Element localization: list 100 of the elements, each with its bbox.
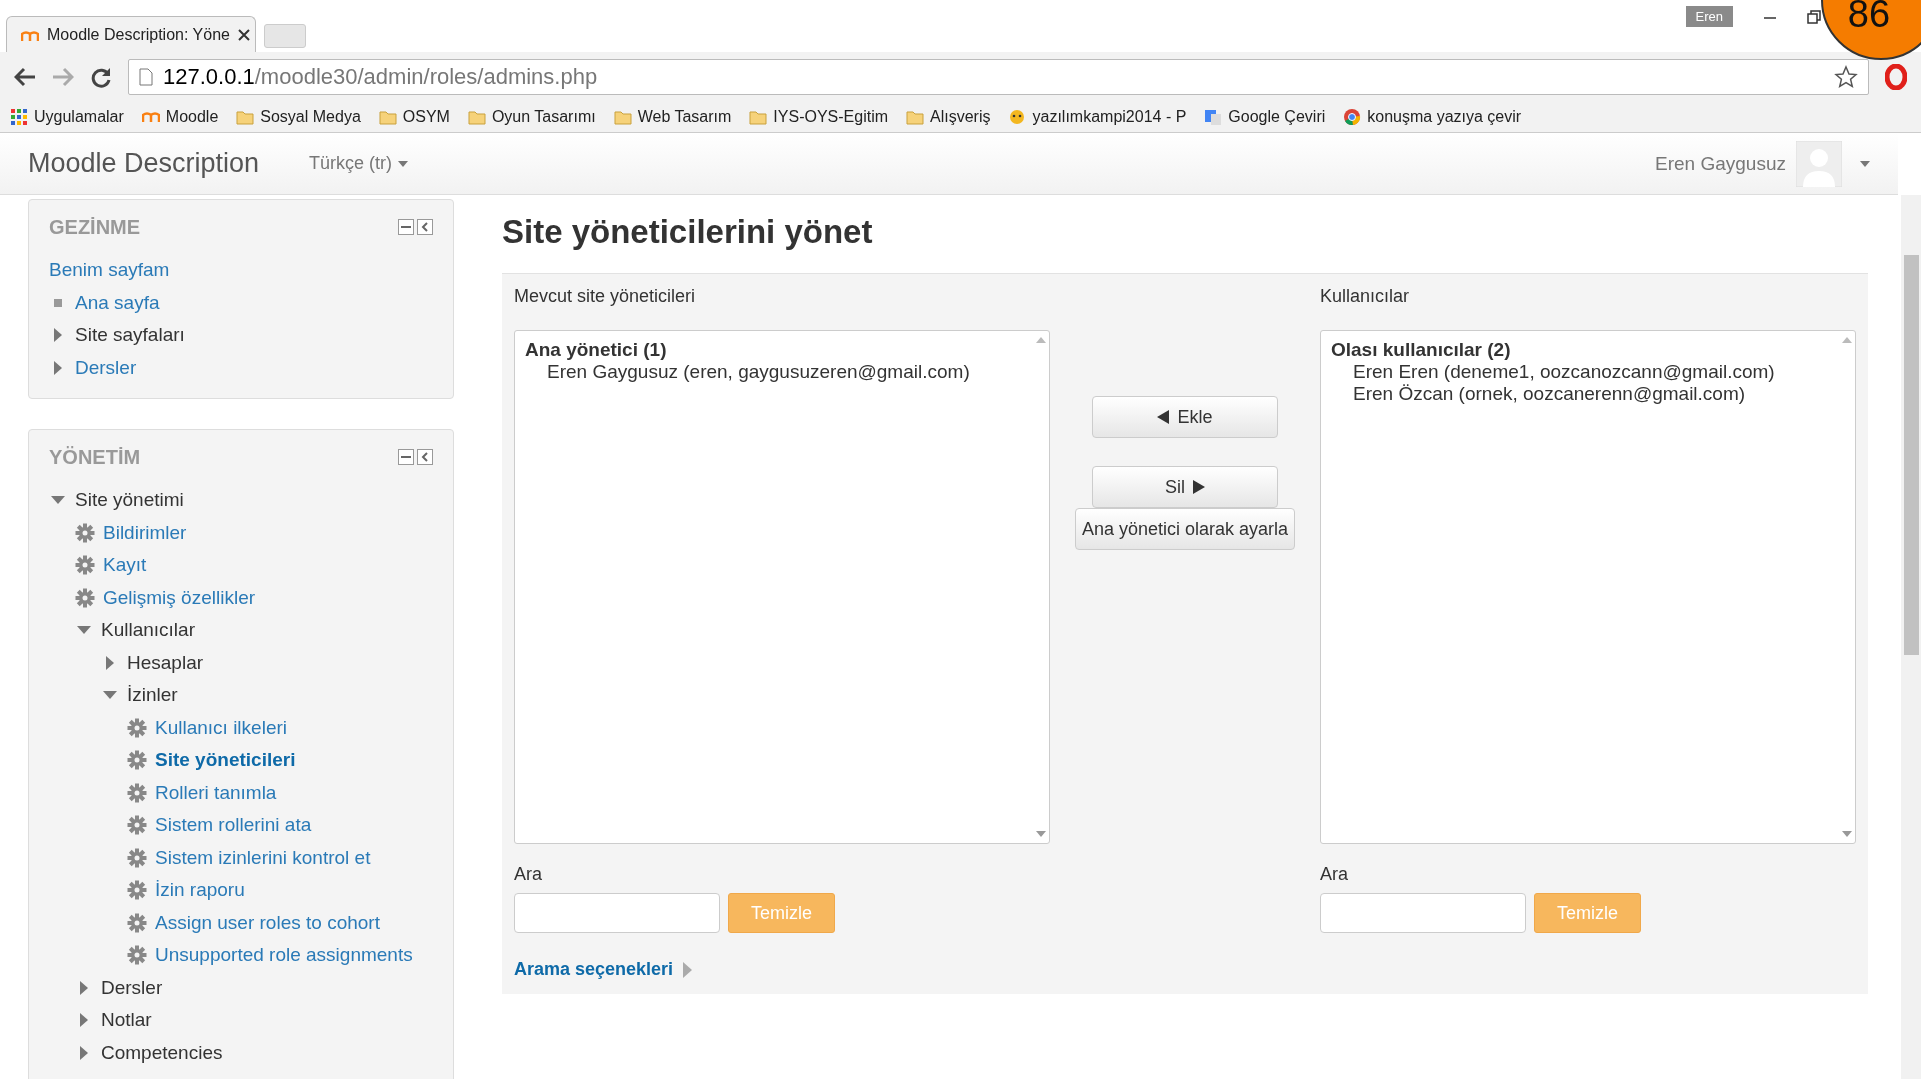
tab-title: Moodle Description: Yöne <box>47 25 230 44</box>
expand-triangle-icon[interactable] <box>683 961 694 978</box>
nav-link[interactable]: Hesaplar <box>127 651 204 674</box>
collapse-block-icon[interactable] <box>398 219 414 235</box>
gear-icon <box>127 880 147 901</box>
folder-icon <box>236 108 255 126</box>
scroll-down-icon[interactable] <box>1842 831 1852 837</box>
nav-link[interactable]: Kullanıcılar <box>101 619 195 642</box>
page-number: 86 <box>1847 0 1891 36</box>
gear-icon <box>75 587 95 608</box>
reload-icon[interactable] <box>90 66 112 88</box>
browser-tab[interactable]: Moodle Description: Yöne <box>6 16 256 52</box>
nav-link[interactable]: Site yönetimi <box>75 489 184 512</box>
caret-icon[interactable] <box>1860 160 1870 167</box>
cat-face-icon <box>1008 108 1027 126</box>
folder-icon <box>467 108 486 126</box>
gear-icon <box>127 912 147 933</box>
nav-link[interactable]: Sistem rollerini ata <box>155 814 312 837</box>
search-label: Ara <box>514 864 543 885</box>
block-title: GEZİNME <box>49 215 142 239</box>
nav-link[interactable]: Gelişmiş özellikler <box>103 586 256 609</box>
nav-link[interactable]: Rolleri tanımla <box>155 781 277 804</box>
list-option[interactable]: Eren Özcan (ornek, oozcanerenn@gmail.com) <box>1331 383 1829 405</box>
chrome-logo-icon <box>1343 108 1362 126</box>
list-option[interactable]: Eren Eren (deneme1, oozcanozcann@gmail.com) <box>1331 361 1829 383</box>
back-arrow-icon[interactable] <box>14 67 36 87</box>
option-group-label: Ana yönetici (1) <box>525 339 668 361</box>
action-button[interactable]: Sil <box>1092 466 1278 508</box>
translate-icon <box>1204 108 1223 126</box>
url-text: 127.0.0.1/moodle30/admin/roles/admins.php <box>163 64 598 90</box>
nav-link[interactable]: İzinler <box>127 684 178 707</box>
bookmark-item[interactable]: IYS-OYS-Egitim <box>749 108 889 126</box>
nav-link[interactable]: Dersler <box>101 976 163 999</box>
bookmark-item[interactable]: Moodle <box>141 108 219 126</box>
bookmark-item[interactable]: konuşma yazıya çevir <box>1343 108 1522 126</box>
left-triangle-icon <box>1157 410 1170 424</box>
nav-link[interactable]: Kayıt <box>103 554 147 577</box>
nav-link[interactable]: Notlar <box>101 1009 152 1032</box>
user-list[interactable]: Ana yönetici (1) Eren Gaygusuz (eren, gaygusuzeren@gmail.com) <box>514 330 1050 844</box>
collapse-block-icon[interactable] <box>398 449 414 465</box>
scroll-down-icon[interactable] <box>1036 831 1046 837</box>
opera-icon[interactable] <box>1885 64 1907 90</box>
list-label: Kullanıcılar <box>1320 286 1411 308</box>
bookmark-item[interactable]: Web Tasarım <box>613 108 732 126</box>
user-name[interactable]: Eren Gaygusuz <box>1655 152 1786 175</box>
bookmark-item[interactable]: Alışveriş <box>906 108 991 126</box>
nav-link[interactable]: Benim sayfam <box>49 259 170 282</box>
gear-icon <box>127 945 147 966</box>
search-field[interactable] <box>514 893 720 933</box>
gear-icon <box>127 717 147 738</box>
nav-link[interactable]: Unsupported role assignments <box>155 944 413 967</box>
action-button[interactable]: Ekle <box>1092 396 1278 438</box>
block-title: YÖNETİM <box>49 445 142 469</box>
search-options-link[interactable]: Arama seçenekleri <box>514 959 674 980</box>
nav-link[interactable]: Assign user roles to cohort <box>155 911 380 934</box>
gear-icon <box>127 815 147 836</box>
forward-arrow-icon[interactable] <box>52 67 74 87</box>
right-triangle-icon <box>1193 480 1205 494</box>
user-list[interactable]: Olası kullanıcılar (2) Eren Eren (deneme1, oozcanozcann@gmail.com) Eren Özcan (ornek, oozcanerenn@gmail.com) <box>1320 330 1856 844</box>
list-label: Mevcut site yöneticileri <box>514 286 697 308</box>
language-menu[interactable]: Türkçe (tr) <box>309 153 409 174</box>
bookmark-item[interactable]: yazılımkampi2014 - P <box>1008 108 1187 126</box>
scrollbar[interactable] <box>1901 195 1921 1079</box>
address-bar[interactable]: 127.0.0.1/moodle30/admin/roles/admins.php <box>128 59 1869 95</box>
nav-link[interactable]: Site yöneticileri <box>155 749 296 772</box>
nav-link[interactable]: Site sayfaları <box>75 324 185 347</box>
dock-block-icon[interactable] <box>417 449 433 465</box>
gear-icon <box>75 555 95 576</box>
restore-icon[interactable] <box>1807 9 1821 24</box>
gear-icon <box>75 522 95 543</box>
nav-link[interactable]: Bildirimler <box>103 521 187 544</box>
folder-icon <box>906 108 925 126</box>
caret-icon <box>398 160 409 167</box>
action-button[interactable]: Ana yönetici olarak ayarla <box>1074 508 1296 550</box>
scrollbar-thumb[interactable] <box>1904 255 1919 655</box>
gear-icon <box>127 782 147 803</box>
dock-block-icon[interactable] <box>417 219 433 235</box>
folder-icon <box>749 108 768 126</box>
bookmark-item[interactable]: Google Çeviri <box>1204 108 1326 126</box>
gear-icon <box>127 750 147 771</box>
bookmark-item[interactable]: OSYM <box>378 108 450 126</box>
folder-icon <box>613 108 632 126</box>
nav-link[interactable]: İzin raporu <box>155 879 245 902</box>
star-icon[interactable] <box>1834 65 1858 89</box>
bookmark-item[interactable]: Oyun Tasarımı <box>467 108 596 126</box>
page-icon <box>139 68 153 86</box>
nav-link[interactable]: Kullanıcı ilkeleri <box>155 716 287 739</box>
list-option[interactable]: Eren Gaygusuz (eren, gaygusuzeren@gmail.com) <box>525 361 1023 383</box>
bookmark-item[interactable]: Uygulamalar <box>10 108 124 126</box>
nav-link[interactable]: Ana sayfa <box>75 291 160 314</box>
gear-icon <box>127 847 147 868</box>
close-icon[interactable] <box>237 28 250 41</box>
search-field[interactable] <box>1320 893 1526 933</box>
site-brand[interactable]: Moodle Description <box>28 148 260 179</box>
apps-grid-icon <box>10 108 28 126</box>
bookmark-item[interactable]: Sosyal Medya <box>236 108 361 126</box>
nav-link[interactable]: Dersler <box>75 356 137 379</box>
nav-link[interactable]: Sistem izinlerini kontrol et <box>155 846 371 869</box>
option-group-label: Olası kullanıcılar (2) <box>1331 339 1512 361</box>
nav-link[interactable]: Competencies <box>101 1041 223 1064</box>
